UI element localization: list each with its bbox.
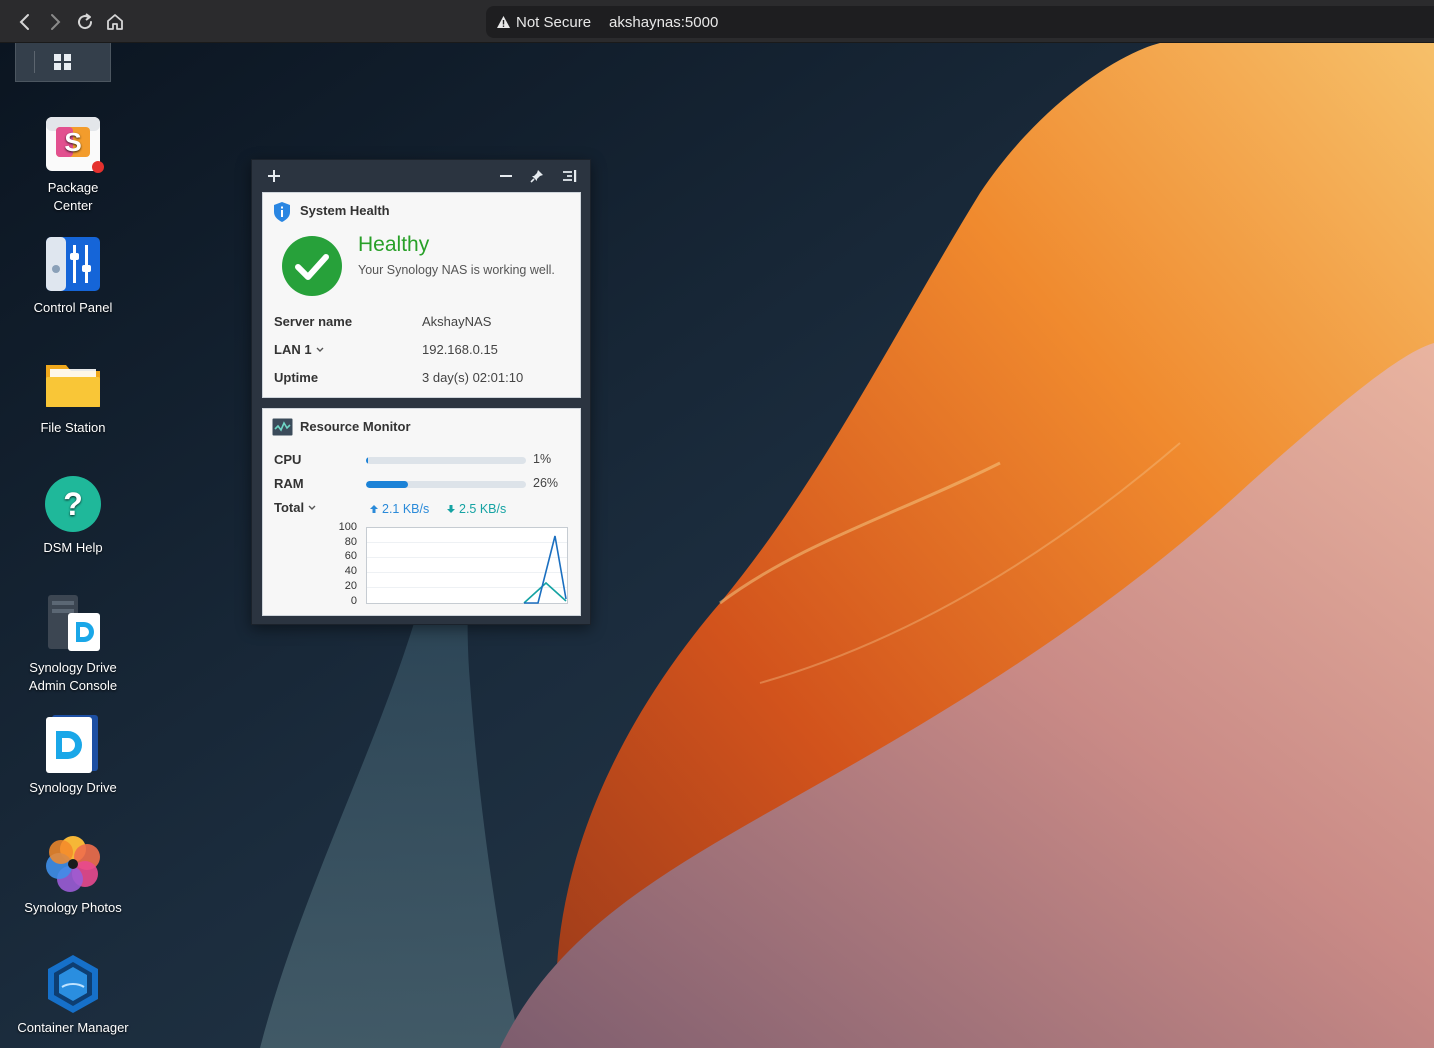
app-label-line-1: File Station xyxy=(40,420,106,435)
app-package-center[interactable]: S Package Center xyxy=(13,113,133,215)
app-label-line-1: Package xyxy=(47,180,99,195)
chevron-left-icon xyxy=(19,14,29,30)
security-label: Not Secure xyxy=(516,13,592,31)
container-manager-icon xyxy=(42,953,104,1015)
synology-drive-icon xyxy=(42,713,104,775)
wallpaper xyxy=(0,43,1434,1048)
home-icon xyxy=(107,14,123,30)
svg-text:?: ? xyxy=(63,486,83,522)
app-label-line-2: Center xyxy=(53,198,93,213)
healthy-check-icon xyxy=(281,235,343,302)
add-widget-button[interactable] xyxy=(264,166,284,186)
download-rate-value: 2.5 KB/s xyxy=(459,502,507,516)
app-container-manager[interactable]: Container Manager xyxy=(13,953,133,1037)
uptime-label: Uptime xyxy=(274,370,319,385)
cpu-percent: 1% xyxy=(533,452,552,466)
warning-icon xyxy=(497,16,510,28)
app-label-line-1: Container Manager xyxy=(17,1020,129,1035)
plus-icon xyxy=(268,170,280,182)
uptime-value: 3 day(s) 02:01:10 xyxy=(422,370,524,385)
server-name-value: AkshayNAS xyxy=(422,314,492,329)
download-arrow-icon xyxy=(447,505,455,513)
app-dsm-help[interactable]: ? DSM Help xyxy=(13,473,133,557)
main-menu-button[interactable] xyxy=(15,43,111,82)
main-menu-icon xyxy=(54,54,71,70)
file-station-icon xyxy=(42,353,104,415)
app-label-line-1: Control Panel xyxy=(33,300,113,315)
back-button[interactable] xyxy=(12,9,38,35)
svg-text:S: S xyxy=(64,127,81,157)
pin-icon xyxy=(530,170,543,183)
y-tick: 0 xyxy=(350,595,357,607)
lan-label: LAN 1 xyxy=(274,342,312,357)
synology-photos-icon xyxy=(42,833,104,895)
info-shield-icon xyxy=(272,201,292,228)
y-tick: 60 xyxy=(344,550,357,562)
app-label-line-1: Synology Drive xyxy=(29,780,117,795)
reload-icon xyxy=(78,13,93,30)
cpu-label: CPU xyxy=(274,452,302,467)
package-center-icon: S xyxy=(42,113,104,175)
app-synology-drive[interactable]: Synology Drive xyxy=(13,713,133,797)
y-tick: 80 xyxy=(344,536,357,548)
dsm-help-icon: ? xyxy=(42,473,104,535)
app-label-line-1: Synology Drive xyxy=(29,660,117,675)
ram-percent: 26% xyxy=(533,476,559,490)
health-description: Your Synology NAS is working well. xyxy=(358,263,555,277)
minimize-widget-button[interactable] xyxy=(496,166,516,186)
collapse-widget-button[interactable] xyxy=(560,166,580,186)
resource-monitor-card: Resource Monitor CPU 1% RAM 26% Total 2.… xyxy=(262,408,581,616)
upload-rate-value: 2.1 KB/s xyxy=(382,502,430,516)
caret-down-icon xyxy=(316,347,324,352)
system-health-card: System Health Healthy Your Synology NAS … xyxy=(262,192,581,398)
network-label: Total xyxy=(274,500,305,515)
y-tick: 20 xyxy=(344,580,357,592)
app-file-station[interactable]: File Station xyxy=(13,353,133,437)
app-synology-photos[interactable]: Synology Photos xyxy=(13,833,133,917)
control-panel-icon xyxy=(42,233,104,295)
cpu-usage-bar xyxy=(366,457,526,464)
address-bar[interactable]: Not Secure akshaynas:5000 xyxy=(486,6,1434,38)
caret-down-icon xyxy=(308,505,316,510)
server-name-label: Server name xyxy=(274,314,353,329)
y-tick: 100 xyxy=(338,521,357,533)
network-traffic-chart xyxy=(366,527,568,604)
health-status: Healthy xyxy=(358,233,430,256)
synology-drive-admin-icon xyxy=(42,593,104,655)
download-rate: 2.5 KB/s xyxy=(446,502,506,516)
lan-ip-value: 192.168.0.15 xyxy=(422,342,498,357)
system-health-title: System Health xyxy=(300,203,390,218)
y-tick: 40 xyxy=(344,565,357,577)
upload-rate: 2.1 KB/s xyxy=(369,502,429,516)
dsm-desktop: S Package Center Control Panel File Stat… xyxy=(0,43,1434,1048)
resource-monitor-icon xyxy=(272,418,293,441)
browser-toolbar: Not Secure akshaynas:5000 xyxy=(0,0,1434,43)
upload-arrow-icon xyxy=(370,505,378,513)
widget-panel: System Health Healthy Your Synology NAS … xyxy=(251,159,591,625)
home-button[interactable] xyxy=(102,9,128,35)
collapse-right-icon xyxy=(563,170,577,182)
ram-usage-fill xyxy=(366,481,408,488)
app-label-line-2: Admin Console xyxy=(28,678,118,693)
cpu-usage-fill xyxy=(366,457,368,464)
security-indicator[interactable]: Not Secure xyxy=(496,14,591,31)
pin-widget-button[interactable] xyxy=(527,166,547,186)
app-control-panel[interactable]: Control Panel xyxy=(13,233,133,317)
chevron-right-icon xyxy=(51,14,61,30)
ram-label: RAM xyxy=(274,476,304,491)
resource-monitor-title: Resource Monitor xyxy=(300,419,411,434)
url-text: akshaynas:5000 xyxy=(609,13,719,31)
minus-icon xyxy=(500,175,512,177)
network-selector[interactable]: Total xyxy=(274,500,316,515)
reload-button[interactable] xyxy=(72,9,98,35)
widget-header xyxy=(252,160,590,192)
forward-button[interactable] xyxy=(42,9,68,35)
lan-selector[interactable]: LAN 1 xyxy=(274,342,324,357)
app-label-line-1: Synology Photos xyxy=(24,900,122,915)
ram-usage-bar xyxy=(366,481,526,488)
app-label-line-1: DSM Help xyxy=(43,540,103,555)
app-synology-drive-admin-console[interactable]: Synology Drive Admin Console xyxy=(13,593,133,695)
